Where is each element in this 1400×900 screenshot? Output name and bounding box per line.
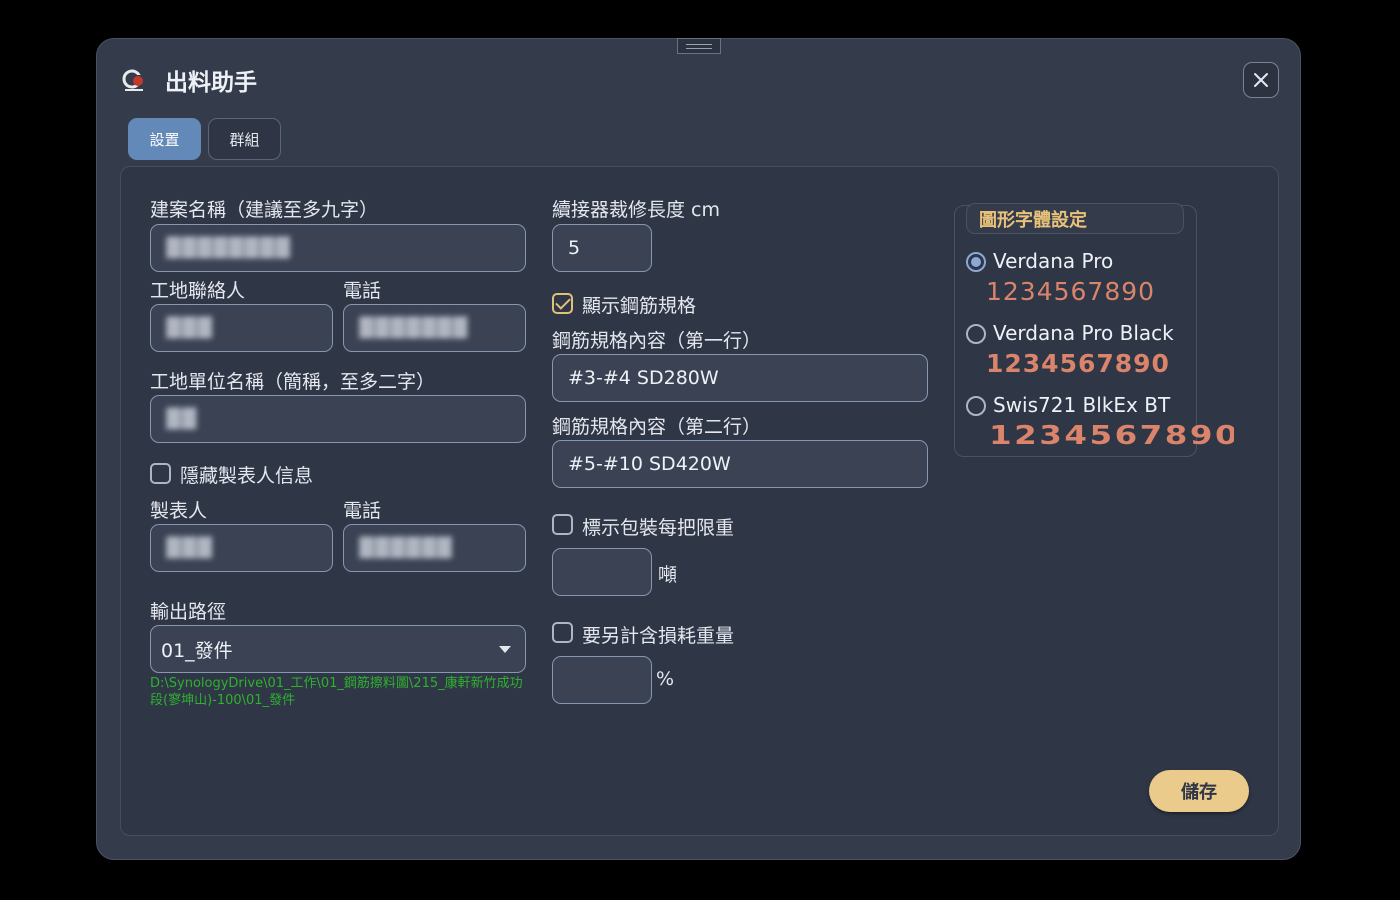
site-unit-value: ▓▓ [166, 408, 198, 430]
site-contact-label: 工地聯絡人 [150, 280, 246, 302]
loss-weight-checkbox[interactable] [552, 622, 573, 643]
show-spec-checkbox[interactable] [552, 293, 573, 314]
chevron-down-icon [499, 646, 511, 653]
site-phone-label: 電話 [343, 280, 382, 302]
pack-weight-unit: 噸 [658, 564, 678, 586]
window-title: 出料助手 [165, 70, 257, 96]
coupler-length-label: 續接器裁修長度 cm [552, 199, 720, 221]
font-sample-swis721: 1234567890 [989, 421, 1234, 451]
site-contact-input[interactable]: ▓▓▓ [150, 304, 333, 352]
site-phone-value: ▓▓▓▓▓▓▓ [359, 317, 469, 339]
close-icon [1254, 73, 1268, 87]
project-name-label: 建案名稱（建議至多九字） [150, 199, 379, 221]
font-radio-swis721[interactable] [966, 396, 986, 416]
hide-maker-label: 隱藏製表人信息 [180, 465, 314, 487]
spec-line1-input[interactable]: #3-#4 SD280W [552, 354, 928, 402]
spec-line2-input[interactable]: #5-#10 SD420W [552, 440, 928, 488]
maker-phone-input[interactable]: ▓▓▓▓▓▓ [343, 524, 526, 572]
coupler-length-value: 5 [568, 237, 581, 259]
maker-label: 製表人 [150, 500, 208, 522]
font-sample-verdana-pro: 1234567890 [986, 277, 1156, 306]
site-unit-input[interactable]: ▓▓ [150, 395, 526, 443]
font-settings-title: 圖形字體設定 [966, 203, 1184, 234]
spec-line2-label: 鋼筋規格內容（第二行） [552, 416, 762, 438]
output-path-full: D:\SynologyDrive\01_工作\01_鋼筋擦料圖\215_康軒新竹… [150, 676, 523, 708]
font-sample-verdana-pro-black: 1234567890 [986, 349, 1170, 378]
output-path-label: 輸出路徑 [150, 601, 227, 623]
output-path-select[interactable]: 01_發件 [150, 625, 526, 673]
font-radio-verdana-pro-black[interactable] [966, 324, 986, 344]
pack-weight-checkbox[interactable] [552, 514, 573, 535]
pack-weight-label: 標示包裝每把限重 [582, 517, 735, 539]
maker-phone-label: 電話 [343, 500, 382, 522]
app-logo-icon [122, 69, 143, 91]
site-phone-input[interactable]: ▓▓▓▓▓▓▓ [343, 304, 526, 352]
show-spec-label: 顯示鋼筋規格 [582, 295, 697, 317]
site-contact-value: ▓▓▓ [166, 317, 213, 339]
settings-panel: 建案名稱（建議至多九字） ▓▓▓▓▓▓▓▓ 工地聯絡人 電話 ▓▓▓ ▓▓▓▓▓… [120, 166, 1279, 836]
spec-line1-value: #3-#4 SD280W [568, 367, 719, 389]
spec-line2-value: #5-#10 SD420W [568, 453, 731, 475]
output-path-value: 01_發件 [161, 639, 233, 662]
drag-handle[interactable] [677, 38, 721, 54]
project-name-input[interactable]: ▓▓▓▓▓▓▓▓ [150, 224, 526, 272]
loss-weight-label: 要另計含損耗重量 [582, 625, 735, 647]
site-unit-label: 工地單位名稱（簡稱，至多二字） [150, 371, 436, 393]
maker-value: ▓▓▓ [166, 537, 213, 559]
spec-line1-label: 鋼筋規格內容（第一行） [552, 330, 762, 352]
save-button[interactable]: 儲存 [1149, 770, 1249, 812]
font-option-verdana-pro[interactable]: Verdana Pro [993, 249, 1113, 273]
loss-weight-unit: % [656, 668, 675, 690]
maker-phone-value: ▓▓▓▓▓▓ [359, 537, 453, 559]
tab-settings[interactable]: 設置 [128, 118, 201, 160]
project-name-value: ▓▓▓▓▓▓▓▓ [166, 237, 291, 259]
coupler-length-input[interactable]: 5 [552, 224, 652, 272]
tab-groups[interactable]: 群組 [208, 118, 281, 160]
font-option-swis721[interactable]: Swis721 BlkEx BT [993, 393, 1170, 417]
dialog-window: 出料助手 設置 群組 建案名稱（建議至多九字） ▓▓▓▓▓▓▓▓ 工地聯絡人 電… [96, 38, 1301, 860]
loss-weight-input[interactable] [552, 656, 652, 704]
close-button[interactable] [1243, 62, 1279, 98]
font-option-verdana-pro-black[interactable]: Verdana Pro Black [993, 321, 1174, 345]
hide-maker-checkbox[interactable] [150, 463, 171, 484]
maker-input[interactable]: ▓▓▓ [150, 524, 333, 572]
font-radio-verdana-pro[interactable] [966, 252, 986, 272]
pack-weight-input[interactable] [552, 548, 652, 596]
